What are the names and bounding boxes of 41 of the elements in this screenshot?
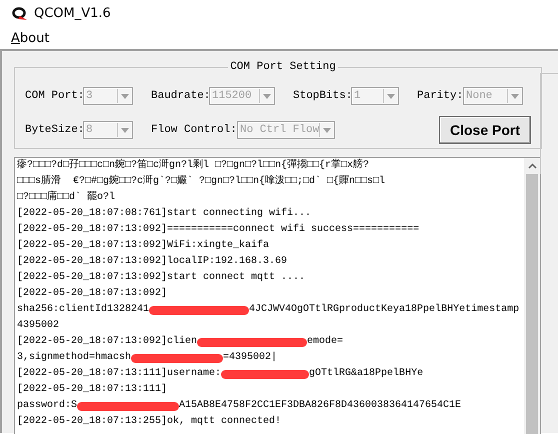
log-line: [2022-05-20_18:07:13:092]clien bbox=[17, 334, 198, 349]
log-line: □?□□□庯□□d` 罷o?l bbox=[17, 190, 116, 205]
field-label: StopBits: bbox=[293, 90, 351, 102]
log-line: [2022-05-20_18:07:13:092] bbox=[17, 286, 168, 301]
log-line: 3,signmethod=hmacsh bbox=[17, 350, 132, 365]
caret-icon bbox=[263, 94, 271, 98]
log-line: password:S bbox=[17, 398, 78, 413]
log-line: =4395002| bbox=[223, 350, 278, 365]
group-title: COM Port Setting bbox=[229, 61, 337, 73]
app-logo-icon bbox=[12, 6, 28, 20]
log-line: [2022-05-20_18:07:08:761]start connecting wifi... bbox=[17, 206, 312, 221]
log-line: [2022-05-20_18:07:13:111] bbox=[17, 382, 168, 397]
log-line: [2022-05-20_18:07:13:092]WiFi:xingte_kaifa bbox=[17, 238, 270, 253]
caret-icon bbox=[121, 94, 129, 98]
close-port-button[interactable]: Close Port bbox=[439, 116, 531, 144]
log-line: [2022-05-20_18:07:13:111]username: bbox=[17, 366, 222, 381]
log-line: sha256:clientId1328241 bbox=[17, 302, 150, 317]
field-label: COM Port: bbox=[25, 90, 83, 102]
log-line: 4JCJWV4OgOTtlRGproductKeya18PpelBHYetimestamp bbox=[249, 302, 520, 317]
log-line: 瘮?□□□?d□孖□□□c□n鋺□?笛□c涆gn?l剩l □?□gn□?l□□n{彈搊□□{r掌□x艕? bbox=[17, 158, 370, 173]
scrollbar-thumb[interactable] bbox=[526, 174, 538, 434]
log-line: [2022-05-20_18:07:13:255]ok, mqtt connected! bbox=[17, 414, 282, 429]
field-label: Parity: bbox=[417, 90, 463, 102]
menu-item[interactable]: About bbox=[11, 30, 50, 46]
log-line: [2022-05-20_18:07:13:092]===========connect wifi success=========== bbox=[17, 222, 420, 237]
field-label: ByteSize: bbox=[25, 124, 83, 136]
log-line: [2022-05-20_18:07:13:092]start connect mqtt .... bbox=[17, 270, 306, 285]
caret-icon bbox=[387, 94, 395, 98]
window-title: QCOM_V1.6 bbox=[34, 6, 111, 21]
log-line: □□□s腈滑 €?□#□g鋺□□?c涆g`?□孍` ?□gn□?l□□n{嗱泼□□;□d` □{賱n□□s□l bbox=[17, 174, 386, 189]
log-line: A15AB8E4758F2CC1EF3DBA826F8D4360038364147654C1E bbox=[179, 399, 462, 413]
scroll-up-icon[interactable] bbox=[528, 163, 536, 169]
log-line: [2022-05-20_18:07:13:092]localIP:192.168.3.69 bbox=[17, 254, 288, 269]
caret-icon bbox=[121, 128, 129, 132]
log-line: 4395002 bbox=[17, 319, 60, 333]
log-line: emode= bbox=[307, 334, 344, 349]
caret-icon bbox=[511, 94, 519, 98]
field-label: Baudrate: bbox=[151, 90, 209, 102]
field-label: Flow Control: bbox=[151, 124, 237, 136]
caret-icon bbox=[323, 128, 331, 132]
log-line: gOTtlRG&a18PpelBHYe bbox=[309, 366, 424, 381]
